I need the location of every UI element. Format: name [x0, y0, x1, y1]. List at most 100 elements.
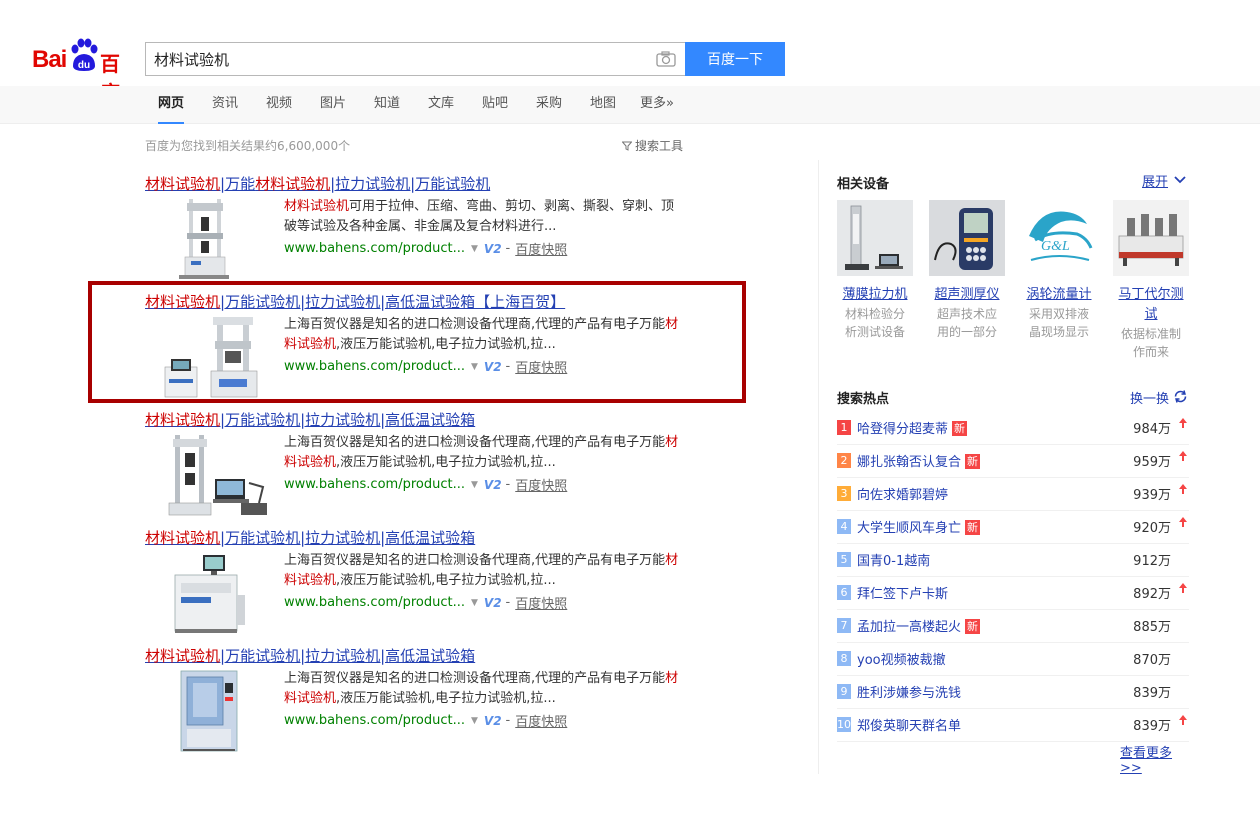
result-title-link[interactable]: 材料试验机|万能材料试验机|拉力试验机|万能试验机 [145, 173, 490, 194]
hot-search-count: 870万 [1133, 653, 1171, 668]
expand-link[interactable]: 展开 [1142, 171, 1168, 190]
result-thumbnail[interactable] [145, 551, 281, 635]
keyword-highlight: 材料试验机 [145, 647, 221, 665]
separator: - [505, 713, 511, 728]
keyword-highlight: 材料试验机 [145, 411, 221, 429]
hot-search-link[interactable]: 拜仁签下卢卡斯 [857, 583, 948, 602]
keyword-highlight: 材料试验机 [145, 529, 221, 547]
tab-images[interactable]: 图片 [320, 86, 346, 124]
chevron-down-icon[interactable] [1174, 175, 1186, 184]
result-title-link[interactable]: 材料试验机|万能试验机|拉力试验机|高低温试验箱 [145, 645, 475, 666]
hot-search-item[interactable]: 8 yoo视频被裁撤 870万 [837, 643, 1189, 676]
hot-search-count: 959万 [1133, 455, 1171, 470]
device-name[interactable]: 薄膜拉力机 [837, 285, 913, 305]
hot-search-text: 郑俊英聊天群名单 [857, 719, 962, 734]
result-title-link[interactable]: 材料试验机|万能试验机|拉力试验机|高低温试验箱 [145, 527, 475, 548]
hot-search-item[interactable]: 7 孟加拉一高楼起火新 885万 [837, 610, 1189, 643]
hot-search-count: 839万 [1133, 686, 1171, 701]
result-url[interactable]: www.bahens.com/product... [284, 477, 465, 492]
device-image-flowmeter-logo[interactable]: G&L [1021, 200, 1097, 276]
result-url-row: www.bahens.com/product... ▼ V2- 百度快照 [284, 711, 567, 730]
tab-webpage[interactable]: 网页 [158, 86, 185, 124]
device-card[interactable]: 超声测厚仪 超声技术应 用的一部分 [929, 200, 1005, 341]
device-name[interactable]: 马丁代尔测 [1113, 285, 1189, 305]
hot-search-link[interactable]: 娜扎张翰否认复合新 [857, 451, 981, 470]
hot-search-link[interactable]: yoo视频被裁撤 [857, 649, 946, 668]
tab-more[interactable]: 更多» [640, 86, 674, 124]
related-devices-title: 相关设备 [837, 177, 890, 192]
v2-badge-icon[interactable]: V2 [484, 242, 502, 256]
result-url[interactable]: www.bahens.com/product... [284, 241, 465, 256]
v2-badge-icon[interactable]: V2 [484, 478, 502, 492]
tab-caigou[interactable]: 采购 [536, 86, 562, 124]
hot-search-item[interactable]: 4 大学生顺风车身亡新 920万 [837, 511, 1189, 544]
dropdown-arrow-icon[interactable]: ▼ [471, 244, 478, 254]
hot-search-link[interactable]: 向佐求婚郭碧婷 [857, 484, 948, 503]
result-thumbnail[interactable] [145, 433, 281, 517]
rank-badge: 3 [837, 486, 851, 501]
v2-badge-icon[interactable]: V2 [484, 714, 502, 728]
hot-search-link[interactable]: 郑俊英聊天群名单 [857, 715, 961, 734]
device-name[interactable]: 涡轮流量计 [1021, 285, 1097, 305]
snapshot-link[interactable]: 百度快照 [515, 711, 567, 730]
hot-search-item[interactable]: 5 国青0-1越南 912万 [837, 544, 1189, 577]
device-name[interactable]: 超声测厚仪 [929, 285, 1005, 305]
hot-search-text: 胜利涉嫌参与洗钱 [857, 686, 962, 701]
hot-search-count: 912万 [1133, 554, 1171, 569]
search-tools[interactable]: 搜索工具 [622, 137, 683, 154]
hot-search-item[interactable]: 3 向佐求婚郭碧婷 939万 [837, 478, 1189, 511]
tab-zhidao[interactable]: 知道 [374, 86, 400, 124]
hot-search-item[interactable]: 10 郑俊英聊天群名单 839万 [837, 709, 1189, 742]
hot-search-item[interactable]: 1 哈登得分超麦蒂新 984万 [837, 412, 1189, 445]
device-card[interactable]: 薄膜拉力机 材料检验分 析测试设备 [837, 200, 913, 341]
result-url[interactable]: www.bahens.com/product... [284, 713, 465, 728]
result-url[interactable]: www.bahens.com/product... [284, 595, 465, 610]
hot-search-item[interactable]: 6 拜仁签下卢卡斯 892万 [837, 577, 1189, 610]
device-image-film-tensile[interactable] [837, 200, 913, 276]
dropdown-arrow-icon[interactable]: ▼ [471, 598, 478, 608]
device-card[interactable]: G&L 涡轮流量计 采用双排液 晶现场显示 [1021, 200, 1097, 341]
hot-search-item[interactable]: 9 胜利涉嫌参与洗钱 839万 [837, 676, 1189, 709]
dropdown-arrow-icon[interactable]: ▼ [471, 480, 478, 490]
device-image-martindale[interactable] [1113, 200, 1189, 276]
hot-search-link[interactable]: 国青0-1越南 [857, 550, 930, 569]
text-segment: ,液压万能试验机,电子拉力试验机,拉... [336, 573, 556, 588]
result-thumbnail[interactable] [145, 197, 281, 281]
text-segment: |万能试验机|拉力试验机|高低温试验箱 [220, 411, 476, 429]
separator: - [505, 241, 511, 256]
device-desc: 采用双排液 [1028, 307, 1089, 321]
device-image-thickness-gauge[interactable] [929, 200, 1005, 276]
refresh-link[interactable]: 换一换 [1130, 388, 1169, 407]
hot-search-link[interactable]: 哈登得分超麦蒂新 [857, 418, 968, 437]
search-button[interactable]: 百度一下 [685, 42, 785, 76]
baidu-logo[interactable]: Bai du 百度 [32, 38, 138, 105]
device-card[interactable]: 马丁代尔测 试 依据标准制 作而来 [1113, 200, 1189, 361]
snapshot-link[interactable]: 百度快照 [515, 239, 567, 258]
tab-map[interactable]: 地图 [590, 86, 616, 124]
trend-up-icon [1179, 517, 1187, 530]
tab-tieba[interactable]: 贴吧 [482, 86, 508, 124]
hot-search-link[interactable]: 胜利涉嫌参与洗钱 [857, 682, 961, 701]
hot-search-link[interactable]: 大学生顺风车身亡新 [857, 517, 981, 536]
snapshot-link[interactable]: 百度快照 [515, 475, 567, 494]
tab-news[interactable]: 资讯 [212, 86, 238, 124]
v2-badge-icon[interactable]: V2 [484, 596, 502, 610]
snapshot-link[interactable]: 百度快照 [515, 593, 567, 612]
hot-search-item[interactable]: 2 娜扎张翰否认复合新 959万 [837, 445, 1189, 478]
text-segment: 上海百贺仪器是知名的进口检测设备代理商,代理的产品有电子万能 [284, 553, 666, 568]
trend-up-icon [1179, 583, 1187, 596]
device-name[interactable]: 试 [1113, 305, 1189, 325]
refresh-icon[interactable] [1173, 389, 1188, 404]
result-title-link[interactable]: 材料试验机|万能试验机|拉力试验机|高低温试验箱 [145, 409, 475, 430]
view-more-link[interactable]: 查看更多>> [1120, 742, 1188, 776]
tab-video[interactable]: 视频 [266, 86, 292, 124]
hot-search-link[interactable]: 孟加拉一高楼起火新 [857, 616, 981, 635]
camera-icon[interactable] [656, 51, 676, 67]
dropdown-arrow-icon[interactable]: ▼ [471, 716, 478, 726]
tab-wenku[interactable]: 文库 [428, 86, 454, 124]
right-column: 相关设备 展开 薄膜拉力机 材料检验分 析测试设备 超声测厚仪 超声技术应 用的… [818, 160, 1189, 776]
result-thumbnail[interactable] [145, 669, 281, 753]
trend-up-icon [1179, 418, 1187, 431]
rank-badge: 10 [837, 717, 851, 732]
search-input[interactable] [146, 43, 646, 75]
